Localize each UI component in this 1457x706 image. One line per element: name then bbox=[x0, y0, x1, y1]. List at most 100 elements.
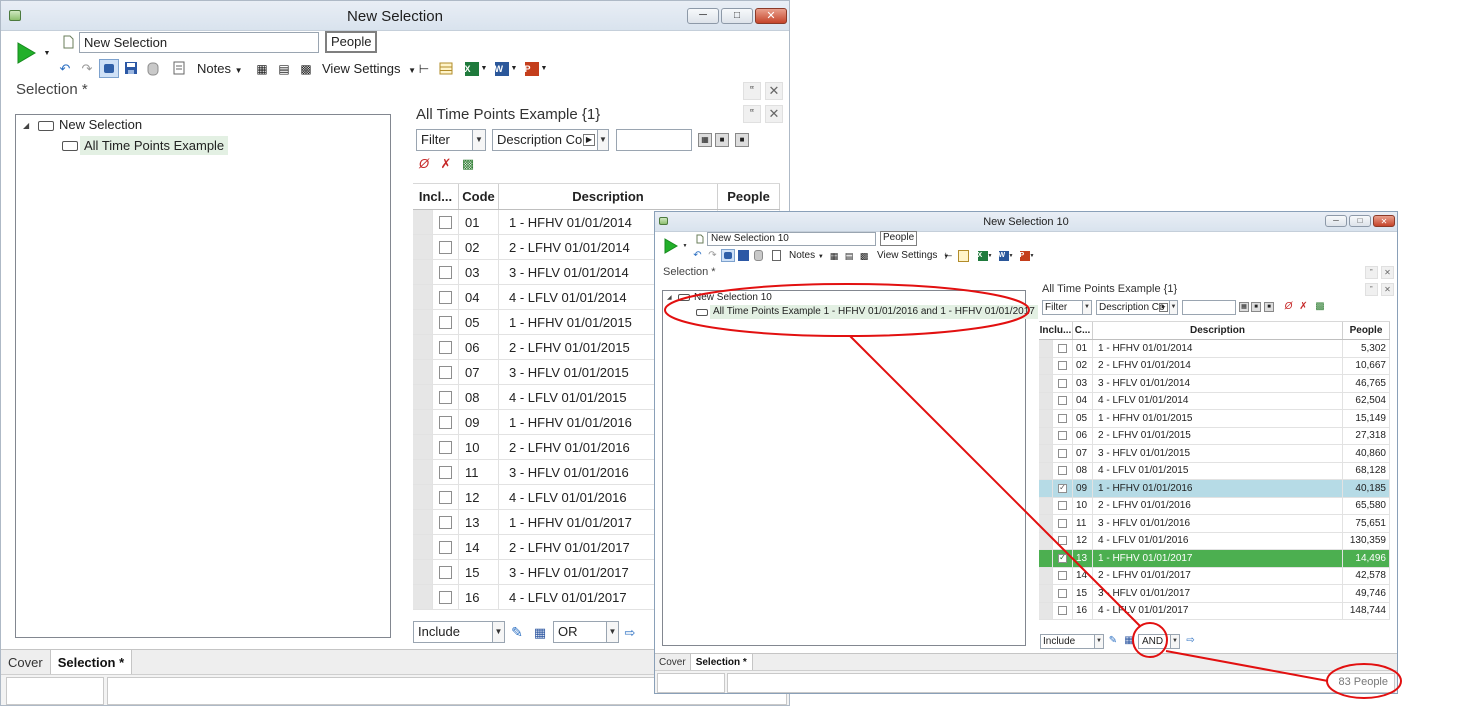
include-checkbox[interactable] bbox=[439, 365, 452, 379]
include-cell[interactable] bbox=[433, 485, 459, 509]
table-row[interactable]: 16 4 - LFLV 01/01/2017 148,744 bbox=[1039, 602, 1390, 620]
include-cell[interactable] bbox=[433, 235, 459, 259]
hierarchy-icon[interactable]: ⊢ bbox=[416, 60, 432, 77]
include-cell[interactable] bbox=[433, 310, 459, 334]
include-cell[interactable] bbox=[433, 460, 459, 484]
include-cell[interactable] bbox=[1053, 602, 1073, 619]
apply-icon[interactable]: ⇨ bbox=[621, 623, 639, 641]
row-selector[interactable] bbox=[1039, 550, 1053, 567]
include-checkbox[interactable] bbox=[439, 340, 452, 354]
include-cell[interactable]: ✓ bbox=[1053, 550, 1073, 567]
properties-icon[interactable]: ▩ bbox=[1314, 301, 1326, 313]
word-icon[interactable]: W ▼ bbox=[997, 250, 1015, 262]
filter-dropdown[interactable]: Filter ▼ bbox=[416, 129, 486, 151]
table-row[interactable]: 04 4 - LFLV 01/01/2014 62,504 bbox=[1039, 392, 1390, 410]
operator-dropdown[interactable]: OR ▼ bbox=[553, 621, 619, 643]
popup-selection-tree[interactable]: ◢ New Selection 10 All Time Points Examp… bbox=[662, 290, 1038, 646]
include-cell[interactable] bbox=[1053, 340, 1073, 357]
row-selector[interactable] bbox=[413, 335, 433, 359]
include-checkbox[interactable] bbox=[1058, 431, 1067, 441]
table-icon[interactable] bbox=[438, 60, 454, 77]
include-checkbox[interactable] bbox=[439, 465, 452, 479]
header-include[interactable]: Incl... bbox=[413, 184, 459, 209]
minimize-button[interactable]: ─ bbox=[687, 8, 719, 24]
popup-tree-child-label[interactable]: All Time Points Example 1 - HFHV 01/01/2… bbox=[710, 305, 1038, 319]
notes-icon[interactable] bbox=[772, 250, 781, 261]
title-bar[interactable]: New Selection ─ □ ✕ bbox=[1, 1, 789, 31]
include-cell[interactable] bbox=[433, 360, 459, 384]
row-selector[interactable] bbox=[413, 210, 433, 234]
tab-cover[interactable]: Cover bbox=[655, 654, 691, 670]
description-mode-dropdown[interactable]: Description Co ▶ ▼ bbox=[492, 129, 609, 151]
row-selector[interactable] bbox=[1039, 340, 1053, 357]
redo-icon[interactable]: ↷ bbox=[79, 60, 95, 76]
header-description[interactable]: Description bbox=[1093, 322, 1343, 339]
table-row[interactable]: 07 3 - HFLV 01/01/2015 40,860 bbox=[1039, 445, 1390, 463]
insert-node-icon[interactable]: ▤ bbox=[843, 250, 855, 262]
include-checkbox[interactable] bbox=[1058, 378, 1067, 388]
clear-filter-icon[interactable]: Ø bbox=[1283, 301, 1294, 313]
search-input[interactable] bbox=[616, 129, 692, 151]
tree-child-label[interactable]: All Time Points Example bbox=[80, 136, 229, 155]
row-selector[interactable] bbox=[413, 235, 433, 259]
close-icon[interactable]: ✕ bbox=[1381, 283, 1394, 296]
include-cell[interactable] bbox=[1053, 375, 1073, 392]
header-people[interactable]: People bbox=[1343, 322, 1390, 339]
powerpoint-icon[interactable]: P ▼ bbox=[523, 60, 549, 77]
tab-selection[interactable]: Selection * bbox=[690, 654, 753, 670]
run-dropdown-icon[interactable]: ▼ bbox=[43, 49, 51, 57]
row-selector[interactable] bbox=[413, 560, 433, 584]
include-checkbox[interactable] bbox=[439, 390, 452, 404]
table-row[interactable]: ✓ 13 1 - HFHV 01/01/2017 14,496 bbox=[1039, 550, 1390, 568]
popup-operator-dropdown[interactable]: AND ▼ bbox=[1138, 634, 1180, 649]
row-selector[interactable] bbox=[413, 385, 433, 409]
include-cell[interactable] bbox=[433, 385, 459, 409]
row-selector[interactable] bbox=[1039, 375, 1053, 392]
search-next-icon[interactable]: ■ bbox=[735, 133, 749, 147]
table-row[interactable]: 03 3 - HFLV 01/01/2014 46,765 bbox=[1039, 375, 1390, 393]
include-cell[interactable] bbox=[433, 260, 459, 284]
include-checkbox[interactable] bbox=[1058, 536, 1067, 546]
close-button[interactable]: ✕ bbox=[1373, 215, 1395, 227]
include-checkbox[interactable] bbox=[439, 440, 452, 454]
select-mode-icon[interactable] bbox=[99, 59, 119, 78]
properties-icon[interactable]: ▩ bbox=[460, 155, 476, 171]
header-code[interactable]: Code bbox=[459, 184, 499, 209]
view-settings-menu[interactable]: View Settings ▼ bbox=[322, 60, 416, 77]
minimize-button[interactable]: ─ bbox=[1325, 215, 1347, 227]
include-cell[interactable] bbox=[1053, 427, 1073, 444]
include-cell[interactable] bbox=[433, 435, 459, 459]
include-checkbox[interactable] bbox=[1058, 361, 1067, 371]
popup-title-bar[interactable]: New Selection 10 ─ □ ✕ bbox=[655, 212, 1397, 232]
row-selector[interactable] bbox=[1039, 567, 1053, 584]
table-icon[interactable] bbox=[958, 250, 969, 262]
include-cell[interactable] bbox=[433, 335, 459, 359]
row-selector[interactable] bbox=[413, 535, 433, 559]
include-checkbox[interactable] bbox=[1058, 518, 1067, 528]
include-cell[interactable] bbox=[433, 210, 459, 234]
grid-view-icon[interactable]: ▦ bbox=[531, 623, 549, 641]
clear-selection-icon[interactable]: ✗ bbox=[438, 155, 454, 171]
include-checkbox[interactable] bbox=[1058, 588, 1067, 598]
include-checkbox[interactable] bbox=[439, 290, 452, 304]
include-checkbox[interactable]: ✓ bbox=[1058, 483, 1067, 493]
include-checkbox[interactable] bbox=[1058, 571, 1067, 581]
close-icon[interactable]: ✕ bbox=[765, 82, 783, 100]
table-row[interactable]: 02 2 - LFHV 01/01/2014 10,667 bbox=[1039, 357, 1390, 375]
close-icon[interactable]: ✕ bbox=[765, 105, 783, 123]
pin-icon[interactable]: ‟ bbox=[743, 82, 761, 100]
tree-expander-icon[interactable]: ◢ bbox=[23, 121, 29, 130]
include-cell[interactable] bbox=[433, 285, 459, 309]
pin-icon[interactable]: ‟ bbox=[1365, 283, 1378, 296]
search-prev-icon[interactable]: ■ bbox=[715, 133, 729, 147]
row-selector[interactable] bbox=[413, 585, 433, 609]
clear-selection-icon[interactable]: ✗ bbox=[1298, 301, 1309, 313]
table-row[interactable]: 14 2 - LFHV 01/01/2017 42,578 bbox=[1039, 567, 1390, 585]
include-cell[interactable] bbox=[1053, 532, 1073, 549]
row-selector[interactable] bbox=[413, 410, 433, 434]
include-cell[interactable] bbox=[433, 560, 459, 584]
row-selector[interactable] bbox=[413, 260, 433, 284]
row-selector[interactable] bbox=[1039, 392, 1053, 409]
close-button[interactable]: ✕ bbox=[755, 8, 787, 24]
tree-root-label[interactable]: New Selection bbox=[59, 117, 142, 132]
